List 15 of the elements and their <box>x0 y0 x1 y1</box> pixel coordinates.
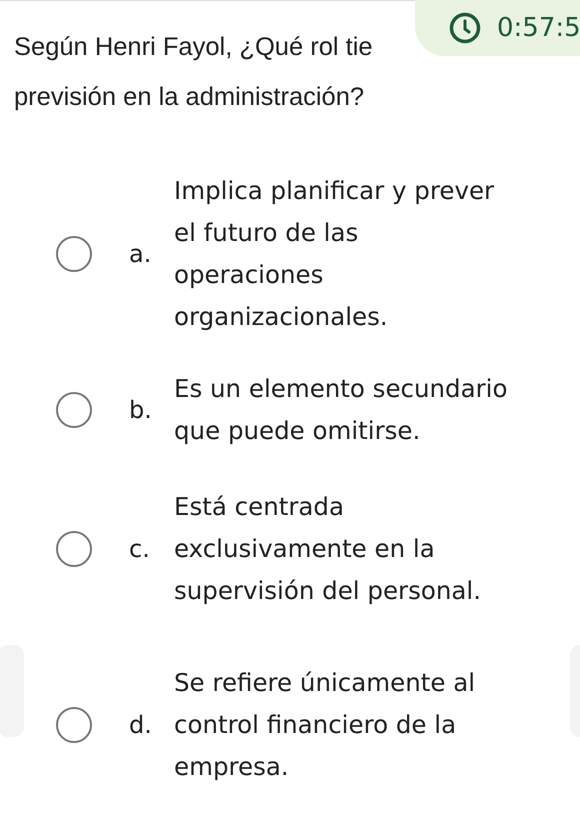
option-letter: b. <box>129 396 153 424</box>
option-letter: a. <box>129 240 152 268</box>
option-text[interactable]: Está centrada exclusivamente en la supervisión del personal. <box>174 486 481 612</box>
option-letter: d. <box>129 711 153 739</box>
radio-button[interactable] <box>56 392 92 428</box>
option-letter: c. <box>129 535 151 563</box>
clock-icon <box>449 12 481 44</box>
radio-button[interactable] <box>56 707 92 743</box>
option-text[interactable]: Se refiere únicamente al control financiero de la empresa. <box>174 662 476 788</box>
option-text[interactable]: Implica planificar y prever el futuro de las operaciones organizacionales. <box>174 170 494 338</box>
radio-button[interactable] <box>56 531 92 567</box>
timer-text: 0:57:5 <box>497 13 580 43</box>
question-text: Según Henri Fayol, ¿Qué rol tie previsión en la administración? <box>14 32 373 113</box>
radio-button[interactable] <box>56 236 92 272</box>
option-text[interactable]: Es un elemento secundario que puede omitirse. <box>174 368 508 452</box>
